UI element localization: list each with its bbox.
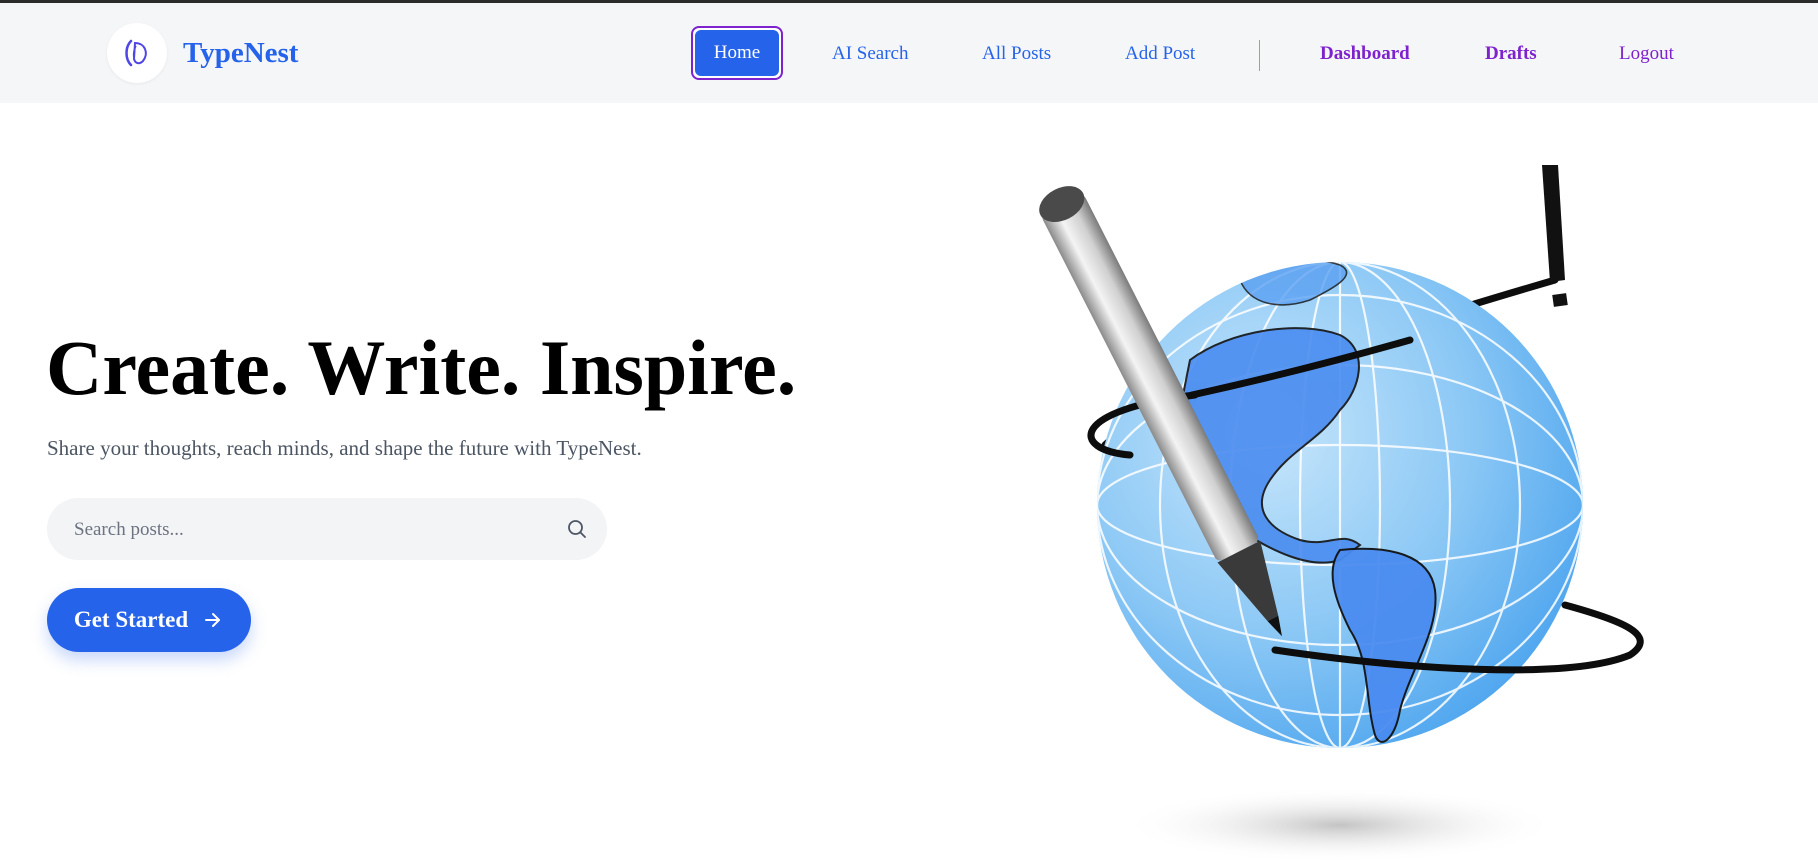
hero-subtitle: Share your thoughts, reach minds, and sh… xyxy=(47,436,642,460)
logo[interactable] xyxy=(107,23,167,83)
brand-name[interactable]: TypeNest xyxy=(183,36,298,70)
arrow-right-icon xyxy=(205,613,221,627)
navbar: TypeNest Home AI Search All Posts Add Po… xyxy=(0,3,1818,103)
nav-dashboard[interactable]: Dashboard xyxy=(1320,43,1410,65)
nav-ai-search[interactable]: AI Search xyxy=(832,43,909,65)
globe-shadow xyxy=(1120,787,1560,863)
nav-logout[interactable]: Logout xyxy=(1619,43,1674,65)
exclamation-mark xyxy=(1542,165,1565,282)
feather-logo-icon xyxy=(125,39,147,67)
nav-home-label: Home xyxy=(695,30,779,76)
nav-home-button[interactable]: Home xyxy=(691,26,783,80)
nav-all-posts[interactable]: All Posts xyxy=(982,43,1051,65)
hero-title: Create. Write. Inspire. xyxy=(46,324,797,411)
search-icon[interactable] xyxy=(565,517,589,541)
search-bar xyxy=(47,498,607,562)
get-started-label: Get Started xyxy=(73,607,189,632)
globe-with-pen-illustration xyxy=(1039,165,1644,863)
nav-divider xyxy=(1259,40,1260,71)
nav-add-post[interactable]: Add Post xyxy=(1125,43,1195,65)
get-started-button[interactable]: Get Started xyxy=(47,588,251,652)
search-input[interactable] xyxy=(72,498,546,562)
nav-drafts[interactable]: Drafts xyxy=(1485,43,1537,65)
